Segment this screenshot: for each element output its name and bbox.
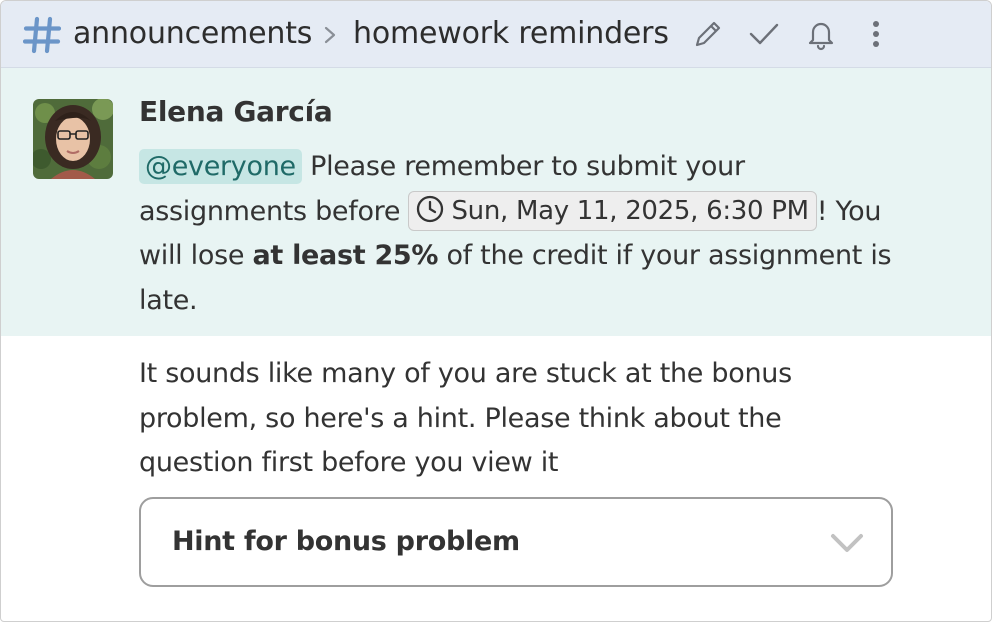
message-content: @everyone Please remember to submit your… [139, 145, 899, 323]
stream-name[interactable]: announcements [73, 15, 312, 53]
timestamp-text: Sun, May 11, 2025, 6:30 PM [451, 195, 809, 226]
clock-icon [417, 195, 444, 222]
message-view: announcements homework reminders Elena G… [0, 0, 992, 622]
bell-icon[interactable] [804, 17, 838, 51]
hash-icon [22, 16, 62, 54]
topic-name[interactable]: homework reminders [353, 15, 669, 53]
chevron-right-icon [321, 25, 339, 45]
check-icon[interactable] [747, 17, 781, 51]
topic-header: announcements homework reminders [1, 1, 991, 68]
avatar[interactable] [33, 99, 113, 179]
message-bold-text: at least 25% [252, 240, 439, 271]
more-vertical-icon[interactable] [859, 17, 893, 51]
spoiler-block[interactable]: Hint for bonus problem [139, 497, 893, 587]
spoiler-title: Hint for bonus problem [172, 526, 520, 557]
sender-name[interactable]: Elena García [139, 94, 333, 130]
timestamp-pill[interactable]: Sun, May 11, 2025, 6:30 PM [408, 190, 817, 231]
mention-everyone[interactable]: @everyone [139, 149, 302, 184]
message-content: It sounds like many of you are stuck at … [139, 358, 792, 478]
message-highlighted: Elena García @everyone Please remember t… [1, 68, 991, 336]
chevron-down-icon[interactable] [829, 529, 865, 557]
pencil-icon[interactable] [691, 17, 725, 51]
